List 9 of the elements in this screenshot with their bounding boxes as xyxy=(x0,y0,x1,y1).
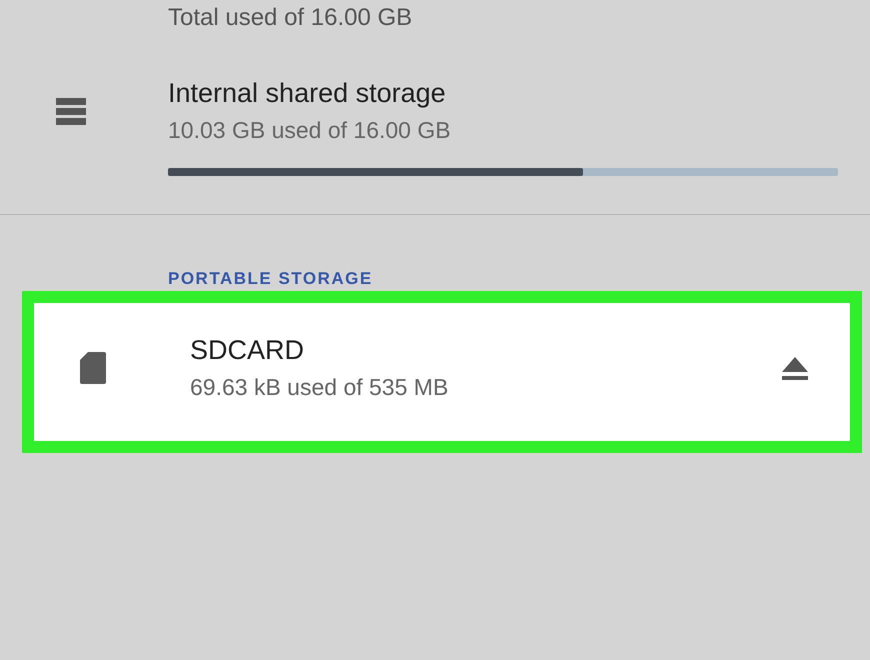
sd-card-usage: 69.63 kB used of 535 MB xyxy=(190,374,450,401)
sd-card-row[interactable]: SDCARD 69.63 kB used of 535 MB xyxy=(22,291,862,453)
sd-card-icon xyxy=(80,352,106,384)
storage-icon xyxy=(56,96,86,126)
sd-card-title: SDCARD xyxy=(190,335,306,366)
storage-usage: 10.03 GB used of 16.00 GB xyxy=(168,117,452,144)
section-header: PORTABLE STORAGE xyxy=(167,268,374,289)
storage-title[interactable]: Internal shared storage xyxy=(168,78,838,109)
summary-text: Total used of 16.00 GB xyxy=(167,3,414,33)
